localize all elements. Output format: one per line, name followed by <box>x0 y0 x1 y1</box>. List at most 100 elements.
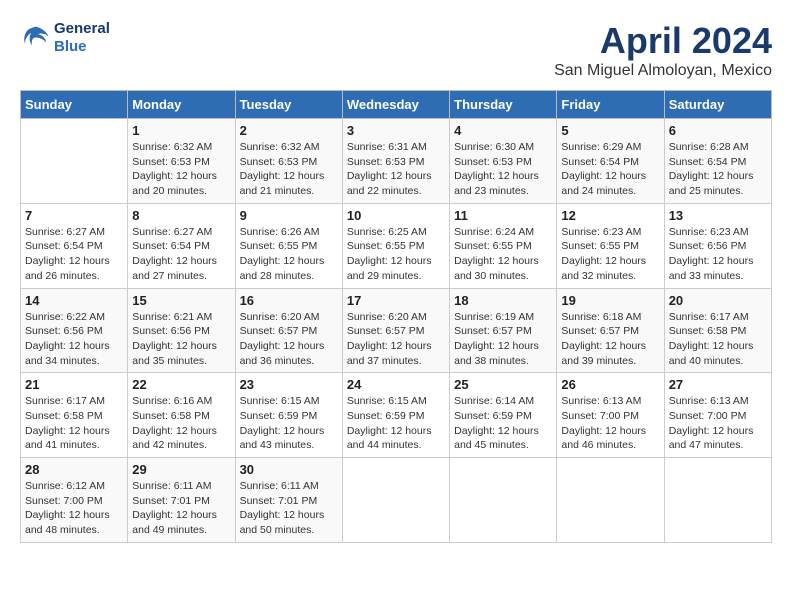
calendar-week-row: 28 Sunrise: 6:12 AM Sunset: 7:00 PM Dayli… <box>21 458 772 543</box>
day-info: Sunrise: 6:21 AM Sunset: 6:56 PM Dayligh… <box>132 310 230 369</box>
calendar-cell: 20 Sunrise: 6:17 AM Sunset: 6:58 PM Dayli… <box>664 288 771 373</box>
day-info: Sunrise: 6:18 AM Sunset: 6:57 PM Dayligh… <box>561 310 659 369</box>
calendar-cell <box>450 458 557 543</box>
calendar-week-row: 7 Sunrise: 6:27 AM Sunset: 6:54 PM Daylig… <box>21 203 772 288</box>
day-info: Sunrise: 6:11 AM Sunset: 7:01 PM Dayligh… <box>240 479 338 538</box>
calendar-cell: 23 Sunrise: 6:15 AM Sunset: 6:59 PM Dayli… <box>235 373 342 458</box>
calendar-cell: 2Sunrise: 6:32 AM Sunset: 6:53 PM Daylig… <box>235 119 342 204</box>
day-number: 3 <box>347 123 445 138</box>
day-number: 15 <box>132 293 230 308</box>
day-number: 16 <box>240 293 338 308</box>
calendar-cell: 27 Sunrise: 6:13 AM Sunset: 7:00 PM Dayli… <box>664 373 771 458</box>
day-info: Sunrise: 6:31 AM Sunset: 6:53 PM Dayligh… <box>347 140 445 199</box>
calendar-cell: 24 Sunrise: 6:15 AM Sunset: 6:59 PM Dayli… <box>342 373 449 458</box>
calendar-cell: 6Sunrise: 6:28 AM Sunset: 6:54 PM Daylig… <box>664 119 771 204</box>
day-info: Sunrise: 6:24 AM Sunset: 6:55 PM Dayligh… <box>454 225 552 284</box>
day-number: 9 <box>240 208 338 223</box>
weekday-header: Saturday <box>664 91 771 119</box>
calendar-cell: 3 Sunrise: 6:31 AM Sunset: 6:53 PM Daylig… <box>342 119 449 204</box>
calendar-cell: 12Sunrise: 6:23 AM Sunset: 6:55 PM Dayli… <box>557 203 664 288</box>
day-number: 12 <box>561 208 659 223</box>
day-info: Sunrise: 6:15 AM Sunset: 6:59 PM Dayligh… <box>347 394 445 453</box>
day-number: 6 <box>669 123 767 138</box>
day-number: 7 <box>25 208 123 223</box>
calendar-cell: 18Sunrise: 6:19 AM Sunset: 6:57 PM Dayli… <box>450 288 557 373</box>
day-number: 25 <box>454 377 552 392</box>
weekday-header: Thursday <box>450 91 557 119</box>
day-info: Sunrise: 6:15 AM Sunset: 6:59 PM Dayligh… <box>240 394 338 453</box>
day-number: 29 <box>132 462 230 477</box>
day-info: Sunrise: 6:16 AM Sunset: 6:58 PM Dayligh… <box>132 394 230 453</box>
logo-text: General Blue <box>54 20 110 56</box>
weekday-header: Monday <box>128 91 235 119</box>
calendar-cell: 26 Sunrise: 6:13 AM Sunset: 7:00 PM Dayli… <box>557 373 664 458</box>
day-info: Sunrise: 6:19 AM Sunset: 6:57 PM Dayligh… <box>454 310 552 369</box>
calendar-cell: 29 Sunrise: 6:11 AM Sunset: 7:01 PM Dayli… <box>128 458 235 543</box>
day-number: 27 <box>669 377 767 392</box>
day-number: 30 <box>240 462 338 477</box>
title-block: April 2024 San Miguel Almoloyan, Mexico <box>554 20 772 80</box>
calendar-cell: 8 Sunrise: 6:27 AM Sunset: 6:54 PM Daylig… <box>128 203 235 288</box>
day-info: Sunrise: 6:13 AM Sunset: 7:00 PM Dayligh… <box>669 394 767 453</box>
day-number: 1 <box>132 123 230 138</box>
day-info: Sunrise: 6:32 AM Sunset: 6:53 PM Dayligh… <box>132 140 230 199</box>
calendar-cell: 9Sunrise: 6:26 AM Sunset: 6:55 PM Daylig… <box>235 203 342 288</box>
weekday-header: Wednesday <box>342 91 449 119</box>
calendar-cell: 14 Sunrise: 6:22 AM Sunset: 6:56 PM Dayli… <box>21 288 128 373</box>
day-number: 11 <box>454 208 552 223</box>
day-number: 5 <box>561 123 659 138</box>
calendar-cell: 30 Sunrise: 6:11 AM Sunset: 7:01 PM Dayli… <box>235 458 342 543</box>
day-number: 10 <box>347 208 445 223</box>
calendar-cell: 16 Sunrise: 6:20 AM Sunset: 6:57 PM Dayli… <box>235 288 342 373</box>
day-info: Sunrise: 6:22 AM Sunset: 6:56 PM Dayligh… <box>25 310 123 369</box>
calendar-cell: 13Sunrise: 6:23 AM Sunset: 6:56 PM Dayli… <box>664 203 771 288</box>
day-number: 28 <box>25 462 123 477</box>
day-number: 21 <box>25 377 123 392</box>
calendar-cell: 17Sunrise: 6:20 AM Sunset: 6:57 PM Dayli… <box>342 288 449 373</box>
calendar-cell: 19 Sunrise: 6:18 AM Sunset: 6:57 PM Dayli… <box>557 288 664 373</box>
day-info: Sunrise: 6:17 AM Sunset: 6:58 PM Dayligh… <box>669 310 767 369</box>
weekday-header: Tuesday <box>235 91 342 119</box>
day-number: 24 <box>347 377 445 392</box>
day-info: Sunrise: 6:27 AM Sunset: 6:54 PM Dayligh… <box>132 225 230 284</box>
calendar-cell: 4Sunrise: 6:30 AM Sunset: 6:53 PM Daylig… <box>450 119 557 204</box>
page-header: General Blue April 2024 San Miguel Almol… <box>20 20 772 80</box>
day-number: 14 <box>25 293 123 308</box>
day-info: Sunrise: 6:12 AM Sunset: 7:00 PM Dayligh… <box>25 479 123 538</box>
day-number: 8 <box>132 208 230 223</box>
location-subtitle: San Miguel Almoloyan, Mexico <box>554 62 772 80</box>
day-number: 19 <box>561 293 659 308</box>
day-number: 17 <box>347 293 445 308</box>
day-number: 26 <box>561 377 659 392</box>
day-number: 20 <box>669 293 767 308</box>
day-info: Sunrise: 6:11 AM Sunset: 7:01 PM Dayligh… <box>132 479 230 538</box>
calendar-cell: 28 Sunrise: 6:12 AM Sunset: 7:00 PM Dayli… <box>21 458 128 543</box>
calendar-table: SundayMondayTuesdayWednesdayThursdayFrid… <box>20 90 772 543</box>
calendar-cell: 11 Sunrise: 6:24 AM Sunset: 6:55 PM Dayli… <box>450 203 557 288</box>
calendar-cell: 1 Sunrise: 6:32 AM Sunset: 6:53 PM Daylig… <box>128 119 235 204</box>
logo: General Blue <box>20 20 110 56</box>
day-info: Sunrise: 6:27 AM Sunset: 6:54 PM Dayligh… <box>25 225 123 284</box>
calendar-week-row: 14 Sunrise: 6:22 AM Sunset: 6:56 PM Dayli… <box>21 288 772 373</box>
calendar-cell: 10 Sunrise: 6:25 AM Sunset: 6:55 PM Dayli… <box>342 203 449 288</box>
day-info: Sunrise: 6:14 AM Sunset: 6:59 PM Dayligh… <box>454 394 552 453</box>
day-info: Sunrise: 6:13 AM Sunset: 7:00 PM Dayligh… <box>561 394 659 453</box>
calendar-week-row: 1 Sunrise: 6:32 AM Sunset: 6:53 PM Daylig… <box>21 119 772 204</box>
logo-icon <box>20 23 50 53</box>
day-info: Sunrise: 6:29 AM Sunset: 6:54 PM Dayligh… <box>561 140 659 199</box>
calendar-cell: 7 Sunrise: 6:27 AM Sunset: 6:54 PM Daylig… <box>21 203 128 288</box>
weekday-header: Friday <box>557 91 664 119</box>
calendar-cell: 22 Sunrise: 6:16 AM Sunset: 6:58 PM Dayli… <box>128 373 235 458</box>
day-info: Sunrise: 6:25 AM Sunset: 6:55 PM Dayligh… <box>347 225 445 284</box>
calendar-cell: 5 Sunrise: 6:29 AM Sunset: 6:54 PM Daylig… <box>557 119 664 204</box>
weekday-header: Sunday <box>21 91 128 119</box>
calendar-cell <box>21 119 128 204</box>
day-number: 22 <box>132 377 230 392</box>
calendar-cell: 25 Sunrise: 6:14 AM Sunset: 6:59 PM Dayli… <box>450 373 557 458</box>
calendar-cell <box>664 458 771 543</box>
day-info: Sunrise: 6:23 AM Sunset: 6:56 PM Dayligh… <box>669 225 767 284</box>
day-info: Sunrise: 6:20 AM Sunset: 6:57 PM Dayligh… <box>240 310 338 369</box>
calendar-cell <box>557 458 664 543</box>
day-number: 23 <box>240 377 338 392</box>
day-number: 4 <box>454 123 552 138</box>
